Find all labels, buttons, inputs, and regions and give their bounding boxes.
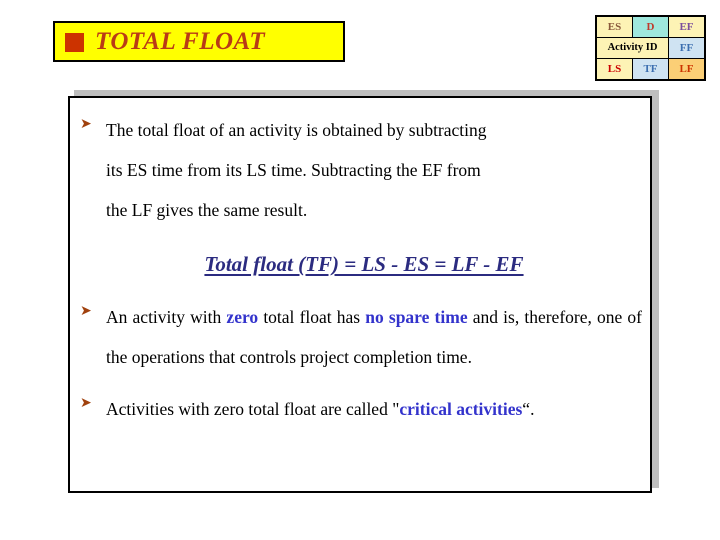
bullet-line: the LF gives the same result. [106, 200, 308, 220]
activity-node-legend: ES D EF Activity ID FF LS TF LF [595, 15, 706, 81]
arrow-bullet-icon: ➤ [80, 116, 92, 132]
legend-row-middle: Activity ID FF [595, 37, 706, 59]
arrow-bullet-icon: ➤ [80, 303, 92, 319]
page-title: TOTAL FLOAT [95, 28, 266, 55]
bullet-line: Activities with zero total float are cal… [106, 389, 642, 429]
bullet-text: The total float of an activity is obtain… [106, 110, 642, 230]
legend-cell-ff: FF [668, 37, 706, 59]
bullet-segment: Activities with zero total float are cal… [106, 399, 400, 419]
highlight-critical-activities: critical activities [399, 399, 523, 419]
bullet-line: The total float of an activity is obtain… [106, 120, 487, 140]
legend-cell-activity-id: Activity ID [595, 37, 669, 59]
arrow-bullet-icon: ➤ [80, 395, 92, 411]
legend-cell-ef: EF [668, 15, 706, 38]
bullet-line: An activity with zero total float has no… [106, 297, 642, 377]
content-box: ➤ The total float of an activity is obta… [68, 96, 652, 493]
bullet-segment: “. [522, 399, 535, 419]
slide-title-banner: TOTAL FLOAT [53, 21, 345, 62]
legend-row-bottom: LS TF LF [595, 58, 706, 81]
highlight-no-spare-time: no spare time [365, 307, 468, 327]
bullet-text: Activities with zero total float are cal… [106, 389, 642, 429]
legend-cell-d: D [632, 15, 669, 38]
bullet-zero-float: ➤ An activity with zero total float has … [76, 297, 642, 377]
bullet-critical-activities: ➤ Activities with zero total float are c… [76, 389, 642, 429]
total-float-formula: Total float (TF) = LS - ES = LF - EF [204, 252, 524, 276]
legend-cell-ls: LS [595, 58, 633, 81]
highlight-zero: zero [226, 307, 259, 327]
red-square-bullet-icon [65, 32, 84, 52]
formula-container: Total float (TF) = LS - ES = LF - EF [76, 252, 642, 277]
bullet-line: its ES time from its LS time. Subtractin… [106, 160, 481, 180]
bullet-segment: An activity with [106, 307, 227, 327]
legend-cell-es: ES [595, 15, 633, 38]
legend-cell-lf: LF [668, 58, 706, 81]
bullet-segment: total float has [258, 307, 366, 327]
legend-cell-tf: TF [632, 58, 669, 81]
legend-row-top: ES D EF [595, 15, 706, 38]
bullet-total-float-definition: ➤ The total float of an activity is obta… [76, 110, 642, 230]
bullet-text: An activity with zero total float has no… [106, 297, 642, 377]
